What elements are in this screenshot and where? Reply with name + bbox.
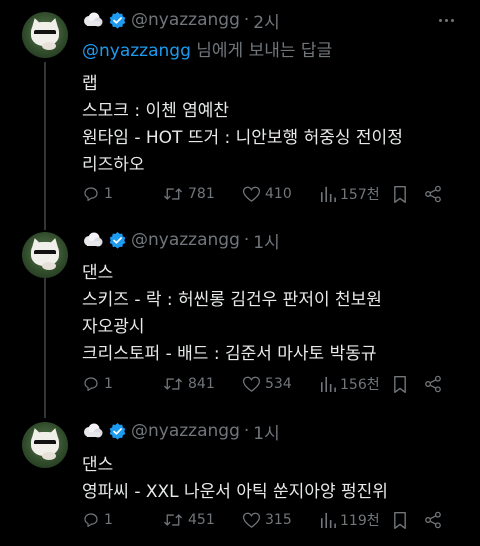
tweet-text-line: 댄스 <box>82 455 114 475</box>
tweet-header: @nyazzangg · 2시 <box>82 8 280 33</box>
tweet[interactable]: @nyazzangg · 1시 댄스 스키즈 - 락 : 허씬롱 김건우 판저이… <box>0 218 480 414</box>
bookmark-icon <box>392 511 408 530</box>
reply-count: 1 <box>104 186 113 202</box>
repost-count: 781 <box>188 186 215 202</box>
like-icon <box>242 375 261 393</box>
verified-badge-icon <box>108 422 127 441</box>
views-button[interactable]: 157천 <box>320 182 392 206</box>
tweet-text-line: 댄스 <box>82 263 114 283</box>
bookmark-button[interactable] <box>392 372 424 396</box>
cloud-emoji-icon <box>82 12 104 28</box>
tweet-text-line: 자오광시 <box>82 317 145 337</box>
like-count: 410 <box>265 186 292 202</box>
tweet-text-line: 크리스토퍼 - 배드 : 김준서 마사토 박동규 <box>82 344 377 364</box>
reply-count: 1 <box>104 376 113 392</box>
timestamp[interactable]: 2시 <box>253 8 279 33</box>
reply-icon <box>82 375 100 393</box>
repost-button[interactable]: 781 <box>162 182 242 206</box>
user-handle[interactable]: @nyazzangg <box>131 230 240 250</box>
bookmark-icon <box>392 375 408 394</box>
like-count: 315 <box>265 512 292 528</box>
cloud-emoji-icon <box>82 232 104 248</box>
repost-icon <box>162 511 184 529</box>
tweet-text-line: 원타임 - HOT 뜨거 : 니안보행 허중싱 전이정 <box>82 128 403 148</box>
avatar[interactable] <box>22 232 68 278</box>
action-bar: 1 451 315 119천 <box>82 508 460 532</box>
tweet-text-line: 영파씨 - XXL 나운서 아틱 쑨지아양 펑진위 <box>82 482 388 502</box>
tweet[interactable]: @nyazzangg · 1시 댄스 영파씨 - XXL 나운서 아틱 쑨지아양… <box>0 414 480 546</box>
cloud-emoji-icon <box>82 423 104 439</box>
tweet-text-line: 스모크 : 이첸 염예찬 <box>82 101 230 121</box>
more-icon[interactable] <box>434 8 458 32</box>
reply-count: 1 <box>104 512 113 528</box>
share-button[interactable] <box>424 372 448 396</box>
reply-button[interactable]: 1 <box>82 182 162 206</box>
separator-dot: · <box>243 421 250 441</box>
share-icon <box>424 511 442 529</box>
views-button[interactable]: 119천 <box>320 508 392 532</box>
tweet-text-line: 리즈하오 <box>82 155 145 175</box>
reply-button[interactable]: 1 <box>82 372 162 396</box>
share-button[interactable] <box>424 182 448 206</box>
action-bar: 1 781 410 157천 <box>82 182 460 206</box>
repost-count: 451 <box>188 512 215 528</box>
tweet[interactable]: @nyazzangg · 2시 @nyazzangg 님에게 보내는 답글 랩 … <box>0 0 480 218</box>
repost-icon <box>162 185 184 203</box>
like-button[interactable]: 410 <box>242 182 320 206</box>
like-button[interactable]: 315 <box>242 508 320 532</box>
repost-button[interactable]: 841 <box>162 372 242 396</box>
like-count: 534 <box>265 376 292 392</box>
repost-count: 841 <box>188 376 215 392</box>
share-icon <box>424 375 442 393</box>
views-icon <box>320 511 336 529</box>
views-count: 157천 <box>340 187 380 203</box>
tweet-header: @nyazzangg · 1시 <box>82 228 280 253</box>
views-count: 156천 <box>340 377 380 393</box>
views-icon <box>320 185 336 203</box>
repost-icon <box>162 375 184 393</box>
like-icon <box>242 185 261 203</box>
tweet-text-line: 랩 <box>82 74 98 94</box>
like-button[interactable]: 534 <box>242 372 320 396</box>
reply-to-line: @nyazzangg 님에게 보내는 답글 <box>82 36 332 61</box>
reply-icon <box>82 185 100 203</box>
views-button[interactable]: 156천 <box>320 372 392 396</box>
reply-icon <box>82 511 100 529</box>
bookmark-button[interactable] <box>392 182 424 206</box>
user-handle[interactable]: @nyazzangg <box>131 10 240 30</box>
verified-badge-icon <box>108 231 127 250</box>
reply-mention-link[interactable]: @nyazzangg <box>82 41 191 61</box>
like-icon <box>242 511 261 529</box>
avatar[interactable] <box>22 12 68 58</box>
avatar[interactable] <box>22 422 68 468</box>
separator-dot: · <box>243 10 250 30</box>
bookmark-button[interactable] <box>392 508 424 532</box>
share-icon <box>424 185 442 203</box>
tweet-text-line: 스키즈 - 락 : 허씬롱 김건우 판저이 천보원 <box>82 290 382 310</box>
tweet-header: @nyazzangg · 1시 <box>82 419 280 444</box>
timestamp[interactable]: 1시 <box>253 419 279 444</box>
timestamp[interactable]: 1시 <box>253 228 279 253</box>
separator-dot: · <box>243 230 250 250</box>
repost-button[interactable]: 451 <box>162 508 242 532</box>
views-count: 119천 <box>340 513 380 529</box>
reply-to-label: 님에게 보내는 답글 <box>190 41 333 61</box>
action-bar: 1 841 534 156천 <box>82 372 460 396</box>
user-handle[interactable]: @nyazzangg <box>131 421 240 441</box>
bookmark-icon <box>392 185 408 204</box>
share-button[interactable] <box>424 508 448 532</box>
verified-badge-icon <box>108 11 127 30</box>
views-icon <box>320 375 336 393</box>
reply-button[interactable]: 1 <box>82 508 162 532</box>
